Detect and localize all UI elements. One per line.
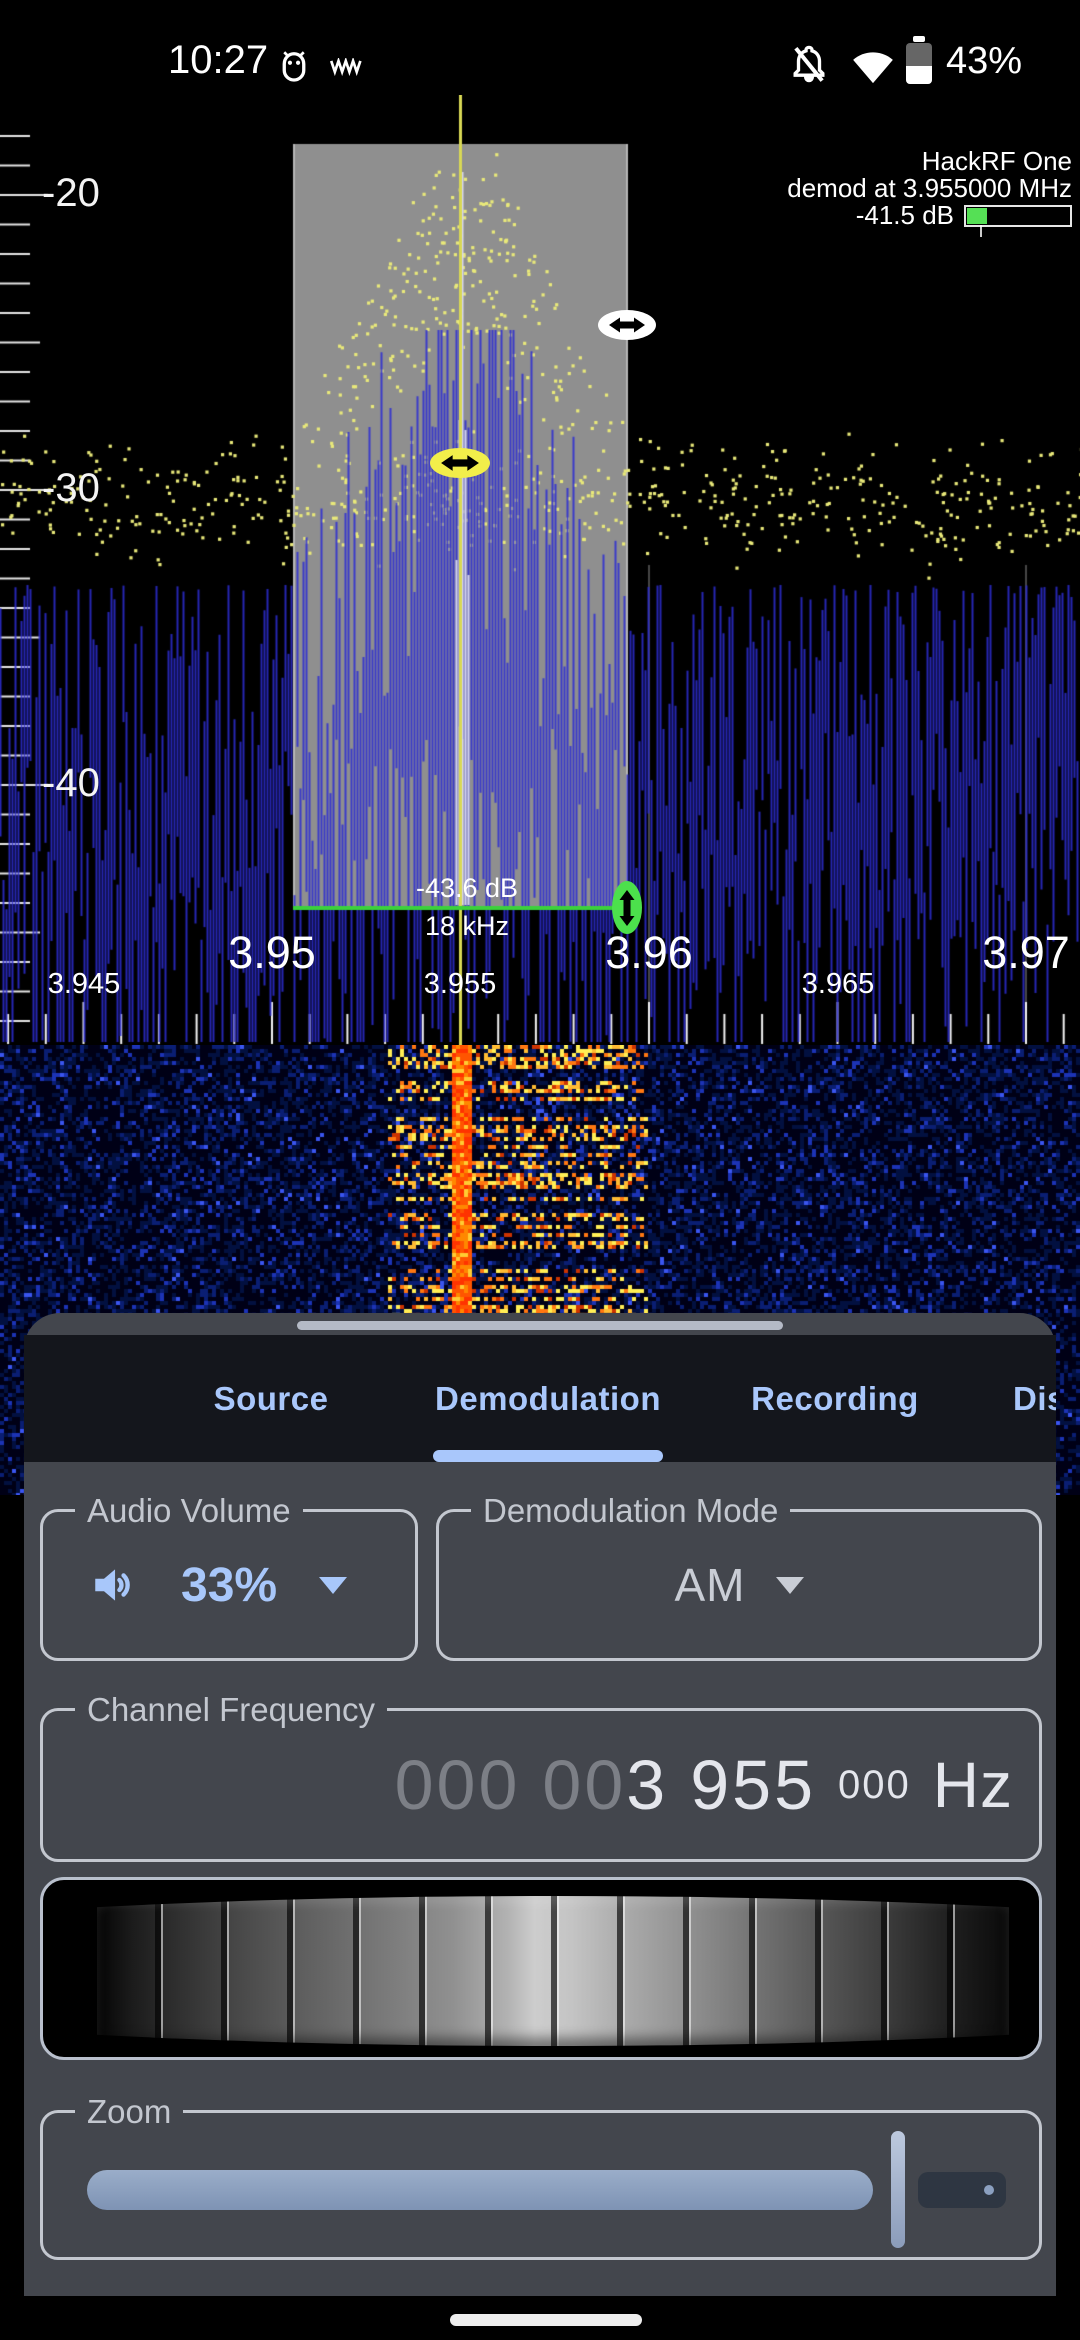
tab-bar: Source Demodulation Recording Display [24, 1335, 1056, 1462]
battery-percent: 43% [946, 40, 1022, 83]
battery-icon [906, 36, 932, 84]
zoom-slider-track-active[interactable] [87, 2170, 873, 2210]
bottom-sheet: Source Demodulation Recording Display Au… [24, 1313, 1056, 2296]
wireless-debug-icon [330, 58, 364, 76]
demodulation-mode-dropdown[interactable]: AM [439, 1512, 1039, 1658]
db-axis-label: -30 [42, 466, 100, 511]
db-axis-label: -20 [42, 171, 100, 216]
db-axis-label: -40 [42, 761, 100, 806]
channel-frequency-value[interactable]: 000 00 3 955 000 Hz [395, 1711, 1013, 1859]
signal-meter [964, 205, 1072, 227]
sheet-drag-handle[interactable] [297, 1321, 783, 1330]
audio-volume-value: 33% [181, 1558, 277, 1613]
selection-bandwidth-label: 18 kHz [337, 911, 597, 942]
freq-label-major: 3.97 [936, 927, 1080, 979]
tab-display[interactable]: Display [1013, 1335, 1056, 1462]
freq-label-minor: 3.945 [24, 968, 144, 1001]
freq-digits-dim: 00 [542, 1745, 626, 1825]
signal-level: -41.5 dB [856, 202, 954, 229]
freq-label-minor: 3.965 [778, 968, 898, 1001]
tab-recording[interactable]: Recording [725, 1335, 945, 1462]
tuning-jog-wheel[interactable] [97, 1896, 1009, 2046]
tuning-wheel-frame [40, 1877, 1042, 2060]
freq-label-major: 3.95 [182, 927, 362, 979]
freq-label-minor: 3.955 [400, 968, 520, 1001]
bandwidth-right-handle[interactable] [598, 310, 656, 340]
squelch-level-handle[interactable] [612, 881, 642, 934]
zoom-slider-end-dot [984, 2185, 994, 2195]
source-info-block: HackRF One demod at 3.955000 MHz -41.5 d… [787, 148, 1072, 229]
audio-volume-dropdown[interactable]: 33% [89, 1512, 347, 1658]
channel-frequency-label: Channel Frequency [75, 1691, 387, 1729]
zoom-slider-handle[interactable] [891, 2131, 905, 2248]
zoom-group: Zoom [40, 2110, 1042, 2260]
horizontal-arrows-icon [607, 314, 647, 336]
speaker-icon [89, 1560, 139, 1610]
freq-label-major: 3.96 [559, 927, 739, 979]
debug-bug-icon [276, 46, 312, 84]
chevron-down-icon [319, 1577, 347, 1594]
status-bar: 10:27 43% [0, 0, 1080, 100]
chevron-down-icon [776, 1577, 804, 1594]
clock: 10:27 [168, 38, 268, 83]
wifi-icon [850, 44, 896, 86]
channel-frequency-group: Channel Frequency 000 00 3 955 000 Hz [40, 1708, 1042, 1862]
freq-digits-bright: 955 [690, 1745, 816, 1825]
zoom-label: Zoom [75, 2093, 183, 2131]
notifications-off-icon [788, 42, 830, 86]
navigation-gesture-bar[interactable] [450, 2314, 642, 2326]
demodulation-mode-value: AM [675, 1558, 746, 1612]
freq-digits-dim: 000 [395, 1745, 521, 1825]
active-tab-indicator [433, 1450, 663, 1462]
source-name: HackRF One [787, 148, 1072, 175]
tuning-drag-handle[interactable] [430, 448, 490, 478]
demodulation-mode-group: Demodulation Mode AM [436, 1509, 1042, 1661]
selection-power-label: -43.6 dB [337, 873, 597, 904]
tab-source[interactable]: Source [171, 1335, 371, 1462]
horizontal-arrows-icon [439, 452, 481, 474]
audio-volume-group: Audio Volume 33% [40, 1509, 418, 1661]
demod-frequency-info: demod at 3.955000 MHz [787, 175, 1072, 202]
vertical-arrows-icon [617, 886, 637, 930]
tab-demodulation[interactable]: Demodulation [418, 1335, 678, 1462]
freq-digits-bright: 3 [626, 1745, 668, 1825]
freq-digits-small: 000 [838, 1763, 911, 1808]
freq-unit: Hz [933, 1748, 1013, 1822]
